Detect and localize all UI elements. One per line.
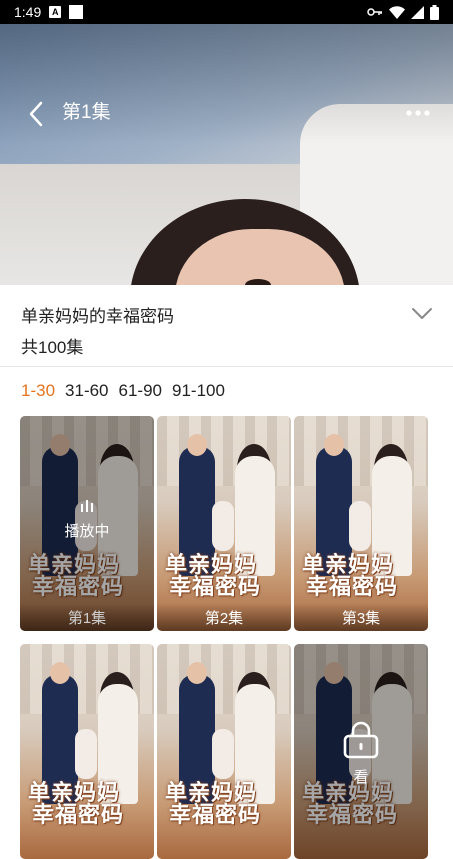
lock-icon xyxy=(343,721,379,759)
video-player[interactable]: 第1集 xyxy=(0,24,453,285)
episode-card-4[interactable]: 单亲妈妈 幸福密码 xyxy=(20,644,154,859)
square-notification-icon xyxy=(69,5,84,19)
range-tab-91-100[interactable]: 91-100 xyxy=(172,381,225,401)
status-time: 1:49 xyxy=(14,4,42,20)
range-tab-31-60[interactable]: 31-60 xyxy=(65,381,108,401)
episode-card-2[interactable]: 单亲妈妈 幸福密码 第2集 xyxy=(157,416,291,631)
episode-card-5[interactable]: 单亲妈妈 幸福密码 xyxy=(157,644,291,859)
range-tab-1-30[interactable]: 1-30 xyxy=(21,381,55,401)
episode-label: 第1集 xyxy=(20,603,154,631)
wifi-icon xyxy=(389,5,405,19)
show-info: 单亲妈妈的幸福密码 共100集 xyxy=(0,285,453,367)
range-tab-61-90[interactable]: 61-90 xyxy=(119,381,162,401)
unlock-hint: 看 xyxy=(353,769,369,786)
episode-card-3[interactable]: 单亲妈妈 幸福密码 第3集 xyxy=(294,416,428,631)
episode-poster: 单亲妈妈 幸福密码 xyxy=(294,416,428,631)
chevron-down-icon[interactable] xyxy=(411,305,433,321)
equalizer-icon xyxy=(20,498,154,512)
back-button[interactable] xyxy=(22,100,50,128)
episode-range-tabs: 1-30 31-60 61-90 91-100 xyxy=(21,381,225,401)
now-playing-indicator: 播放中 xyxy=(20,498,154,541)
show-title: 单亲妈妈的幸福密码 xyxy=(21,307,174,326)
episode-total: 共100集 xyxy=(21,338,84,357)
signal-icon xyxy=(411,5,424,19)
chevron-left-icon xyxy=(29,101,43,127)
episode-card-1[interactable]: 单亲妈妈 幸福密码 播放中 第1集 xyxy=(20,416,154,631)
episode-poster: 单亲妈妈 幸福密码 xyxy=(157,416,291,631)
episode-poster: 单亲妈妈 幸福密码 xyxy=(157,644,291,859)
a-notification-icon: A xyxy=(49,6,62,18)
episode-poster: 单亲妈妈 幸福密码 xyxy=(20,644,154,859)
episode-label: 第2集 xyxy=(157,603,291,631)
status-bar: 1:49 A xyxy=(0,0,453,24)
battery-icon xyxy=(430,4,439,20)
episode-title: 第1集 xyxy=(62,102,111,123)
more-options-icon[interactable] xyxy=(405,104,431,122)
episode-card-6[interactable]: 单亲妈妈 幸福密码 看 xyxy=(294,644,428,859)
key-icon xyxy=(367,8,382,16)
episode-label: 第3集 xyxy=(294,603,428,631)
